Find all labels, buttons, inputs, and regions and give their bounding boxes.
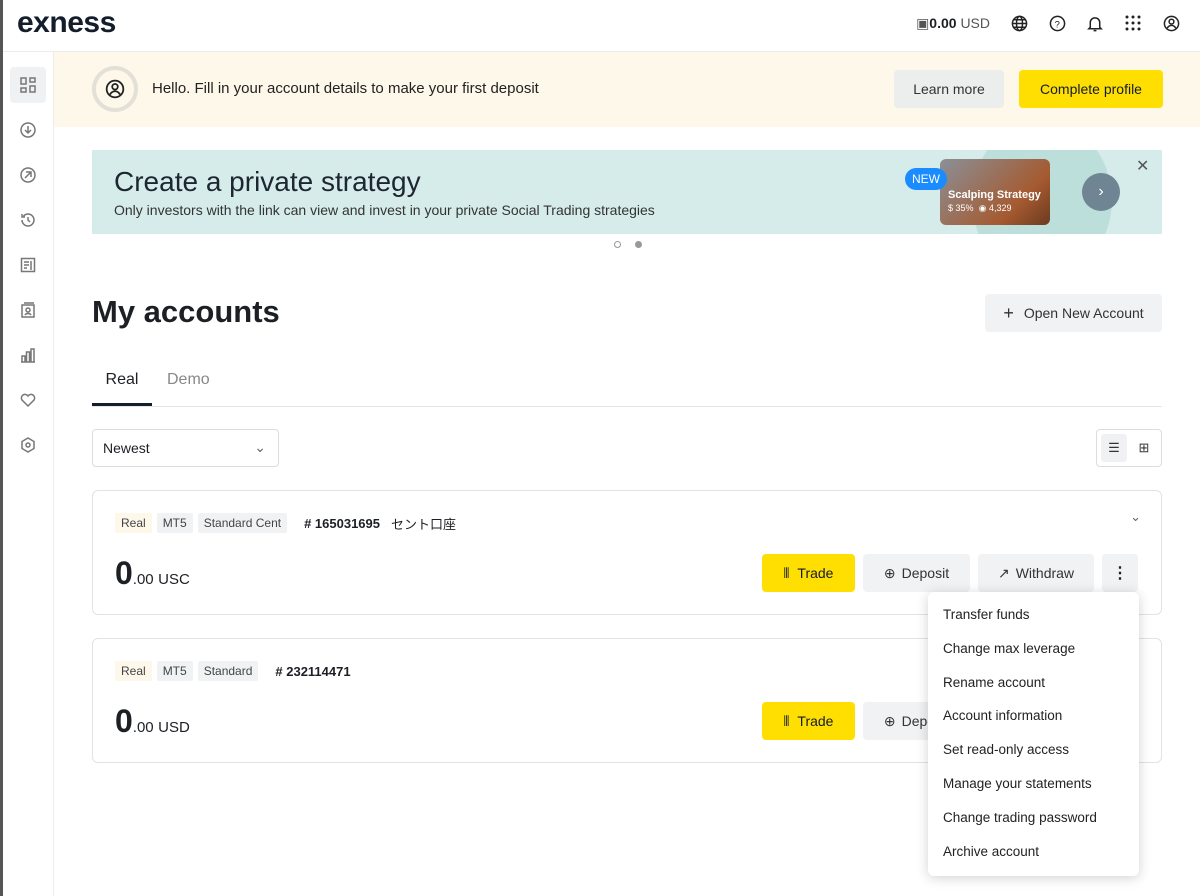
new-badge: NEW: [905, 168, 947, 190]
learn-more-button[interactable]: Learn more: [894, 70, 1004, 108]
history-icon[interactable]: [10, 202, 46, 238]
profile-notice: Hello. Fill in your account details to m…: [54, 52, 1200, 127]
deposit-button[interactable]: ⊕ Deposit: [863, 554, 970, 592]
chevron-right-icon: ›: [1098, 183, 1104, 200]
tag-type: Real: [115, 661, 152, 681]
tab-demo[interactable]: Demo: [167, 371, 210, 389]
strategy-card-title: Scalping Strategy: [948, 189, 1041, 201]
user-icon: [105, 79, 125, 99]
account-tabs: Real Demo: [92, 362, 1162, 407]
profile-progress-ring: [92, 66, 138, 112]
strategy-investors: 4,329: [988, 203, 1012, 213]
account-balance: 0.00 USC: [115, 555, 190, 591]
sidebar: [3, 52, 54, 896]
account-number: # 165031695: [304, 515, 380, 531]
menu-item-statements[interactable]: Manage your statements: [928, 767, 1139, 801]
return-icon: $: [948, 203, 954, 213]
investors-icon: ◉: [978, 203, 987, 213]
help-icon[interactable]: ?: [1048, 14, 1066, 32]
deposit-icon: ⊕: [883, 712, 896, 729]
tag-account-type: Standard: [197, 661, 259, 681]
tag-platform: MT5: [156, 661, 193, 681]
dashboard-icon[interactable]: [10, 67, 46, 103]
sort-select[interactable]: Newest ⌄: [92, 429, 279, 467]
top-header: exness ▣0.00 USD ?: [3, 0, 1200, 52]
tag-platform: MT5: [156, 513, 193, 533]
globe-icon[interactable]: [1010, 14, 1028, 32]
promo-title: Create a private strategy: [114, 166, 421, 197]
strategy-card[interactable]: Scalping Strategy $ 35% ◉ 4,329: [940, 159, 1050, 225]
deposit-icon[interactable]: [10, 112, 46, 148]
trade-button[interactable]: ⫴ Trade: [762, 554, 855, 592]
carousel-dots: [614, 241, 642, 248]
svg-text:?: ?: [1054, 19, 1059, 30]
account-options-menu: Transfer funds Change max leverage Renam…: [928, 592, 1139, 876]
settings-icon[interactable]: [10, 427, 46, 463]
candles-icon: ⫴: [783, 564, 790, 581]
user-profile-icon[interactable]: [1162, 14, 1180, 32]
menu-item-account-information[interactable]: Account information: [928, 699, 1139, 733]
bell-icon[interactable]: [1086, 14, 1104, 32]
open-new-account-button[interactable]: + Open New Account: [985, 294, 1162, 332]
menu-item-read-only-access[interactable]: Set read-only access: [928, 733, 1139, 767]
carousel-dot-1[interactable]: [614, 241, 621, 248]
account-number: # 232114471: [275, 663, 351, 679]
favorites-icon[interactable]: [10, 382, 46, 418]
chevron-down-icon[interactable]: ⌄: [1130, 509, 1141, 525]
menu-item-change-leverage[interactable]: Change max leverage: [928, 632, 1139, 666]
performance-icon[interactable]: [10, 337, 46, 373]
menu-item-transfer-funds[interactable]: Transfer funds: [928, 598, 1139, 632]
apps-grid-icon[interactable]: [1124, 14, 1142, 32]
plus-icon: +: [1003, 302, 1014, 323]
menu-item-rename-account[interactable]: Rename account: [928, 666, 1139, 700]
withdraw-icon[interactable]: [10, 157, 46, 193]
candles-icon: ⫴: [783, 712, 790, 729]
promo-banner[interactable]: Create a private strategy Only investors…: [92, 150, 1162, 234]
close-icon[interactable]: ✕: [1136, 156, 1149, 176]
tag-account-type: Standard Cent: [197, 513, 288, 533]
deposit-icon: ⊕: [883, 564, 896, 581]
kebab-icon: ⋮: [1112, 565, 1128, 582]
analytics-icon[interactable]: [10, 247, 46, 283]
carousel-dot-2[interactable]: [635, 241, 642, 248]
view-toggle: ☰ ⊞: [1096, 429, 1162, 467]
account-nickname: セント口座: [391, 516, 457, 532]
exness-logo[interactable]: exness: [17, 6, 116, 40]
contacts-icon[interactable]: [10, 292, 46, 328]
account-balance: 0.00 USD: [115, 703, 190, 739]
grid-view-icon[interactable]: ⊞: [1131, 434, 1157, 462]
page-title: My accounts: [92, 294, 280, 329]
withdraw-button[interactable]: ↗ Withdraw: [978, 554, 1094, 592]
chevron-down-icon: ⌄: [254, 439, 266, 455]
trade-button[interactable]: ⫴ Trade: [762, 702, 855, 740]
notice-text: Hello. Fill in your account details to m…: [152, 80, 539, 97]
wallet-icon: ▣: [916, 14, 930, 31]
menu-item-change-password[interactable]: Change trading password: [928, 801, 1139, 835]
list-view-icon[interactable]: ☰: [1101, 434, 1127, 462]
tag-type: Real: [115, 513, 152, 533]
complete-profile-button[interactable]: Complete profile: [1019, 70, 1163, 108]
next-slide-button[interactable]: ›: [1082, 173, 1120, 211]
strategy-return: 35%: [955, 203, 974, 213]
tab-real[interactable]: Real: [92, 371, 152, 406]
withdraw-icon: ↗: [997, 564, 1010, 581]
menu-item-archive-account[interactable]: Archive account: [928, 835, 1139, 869]
wallet-balance[interactable]: ▣0.00 USD: [916, 15, 990, 32]
more-options-button[interactable]: ⋮: [1102, 554, 1138, 592]
promo-subtitle: Only investors with the link can view an…: [114, 202, 655, 218]
